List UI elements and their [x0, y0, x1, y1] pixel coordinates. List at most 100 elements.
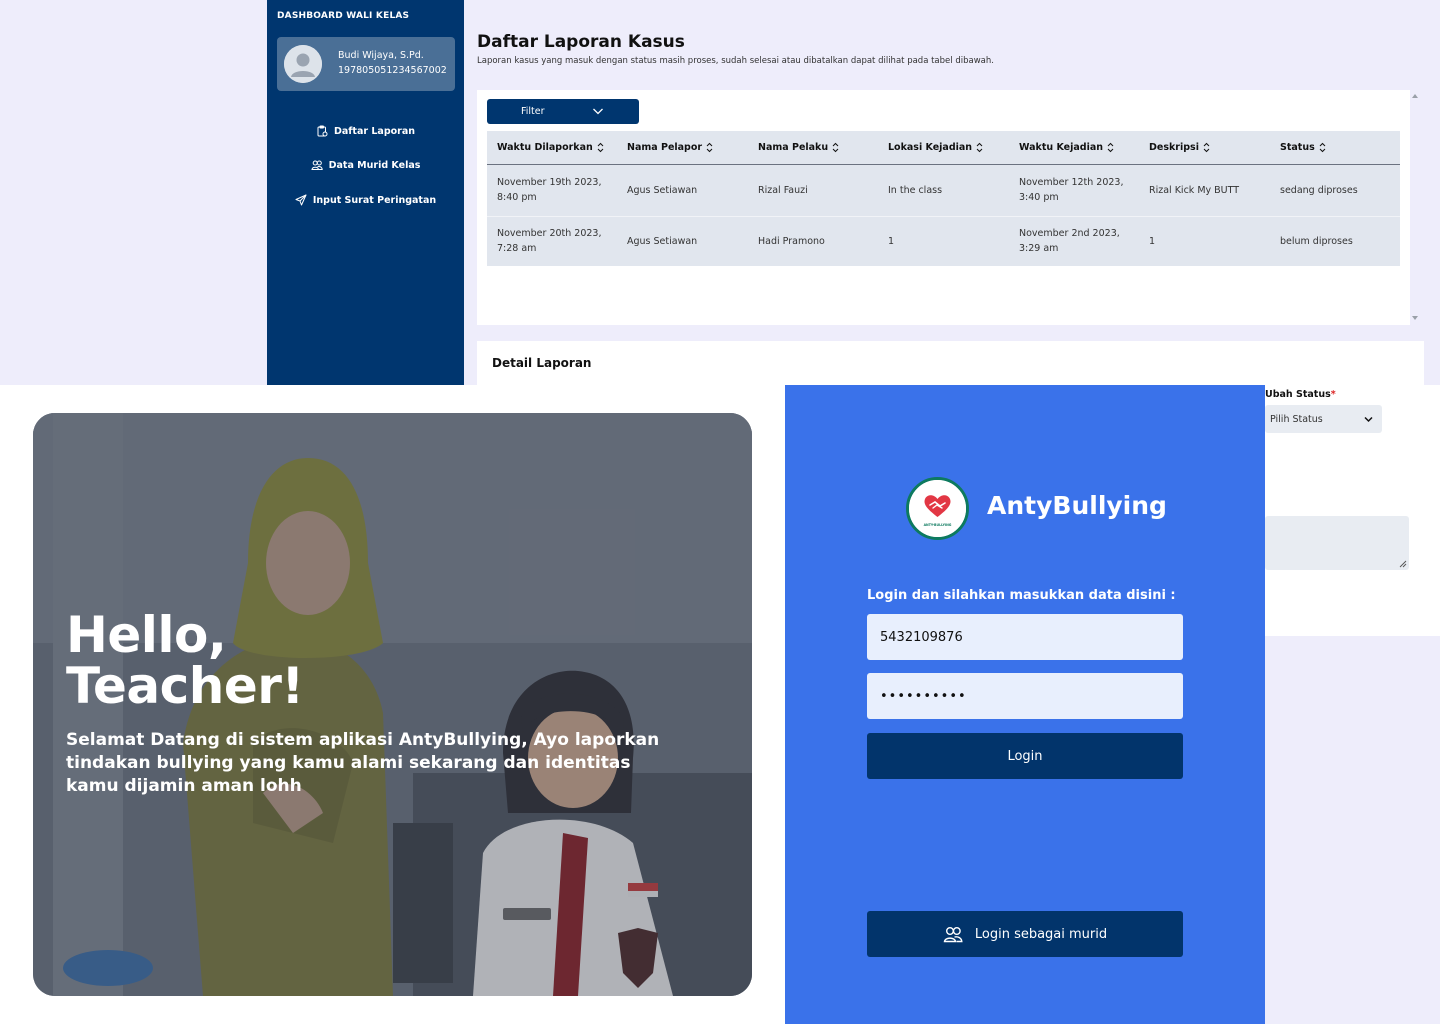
teacher-dashboard-screen: DASHBOARD WALI KELAS Budi Wijaya, S.Pd. …	[267, 0, 1440, 385]
chevron-down-icon	[1364, 416, 1373, 423]
cell-waktu-kejadian: November 12th 2023, 3:40 pm	[1019, 175, 1124, 205]
column-header-waktu-dilaporkan[interactable]: Waktu Dilaporkan	[497, 142, 604, 153]
column-header-nama-pelaku[interactable]: Nama Pelaku	[758, 142, 839, 153]
cell-line: 7:28 am	[497, 243, 537, 254]
cell-waktu-dilaporkan: November 20th 2023, 7:28 am	[497, 226, 602, 256]
column-header-label: Nama Pelapor	[627, 142, 703, 153]
clipboard-icon	[317, 125, 328, 137]
hero-title-line: Hello,	[66, 606, 227, 664]
filter-label: Filter	[521, 106, 545, 117]
student-login-button[interactable]: Login sebagai murid	[867, 911, 1183, 957]
cell-line: 8:40 pm	[497, 192, 537, 203]
detail-card: Detail Laporan	[477, 341, 1424, 385]
sort-icon	[706, 142, 713, 153]
cell-waktu-kejadian: November 2nd 2023, 3:29 am	[1019, 226, 1120, 256]
cell-lokasi: In the class	[888, 185, 943, 196]
profile-nip: 197805051234567002	[338, 65, 447, 76]
filter-button[interactable]: Filter	[487, 99, 639, 124]
sidebar-item-data-murid[interactable]: Data Murid Kelas	[267, 156, 464, 174]
column-header-lokasi-kejadian[interactable]: Lokasi Kejadian	[888, 142, 983, 153]
required-mark: *	[1330, 389, 1336, 400]
cell-line: November 2nd 2023,	[1019, 228, 1120, 239]
column-header-label: Waktu Dilaporkan	[497, 142, 593, 153]
column-header-waktu-kejadian[interactable]: Waktu Kejadian	[1019, 142, 1114, 153]
table-row[interactable]: November 19th 2023, 8:40 pm Agus Setiawa…	[487, 166, 1400, 216]
sort-icon	[1319, 142, 1326, 153]
password-input[interactable]	[867, 673, 1183, 719]
cell-nama-pelaku: Hadi Pramono	[758, 236, 825, 247]
cell-status: sedang diproses	[1280, 185, 1358, 196]
column-header-label: Deskripsi	[1149, 142, 1199, 153]
column-header-nama-pelapor[interactable]: Nama Pelapor	[627, 142, 713, 153]
main-content: Daftar Laporan Kasus Laporan kasus yang …	[464, 0, 1440, 385]
cell-nama-pelaku: Rizal Fauzi	[758, 185, 808, 196]
detail-form-fragment: Ubah Status* Pilih Status	[1265, 385, 1424, 619]
cell-deskripsi: 1	[1149, 236, 1156, 247]
profile-name: Budi Wijaya, S.Pd.	[338, 50, 424, 61]
status-label-text: Ubah Status	[1265, 389, 1331, 400]
page-subtitle: Laporan kasus yang masuk dengan status m…	[477, 56, 994, 66]
column-header-label: Status	[1280, 142, 1315, 153]
cell-status: belum diproses	[1280, 236, 1353, 247]
hero-banner: Hello, Teacher! Selamat Datang di sistem…	[33, 413, 752, 996]
cell-waktu-dilaporkan: November 19th 2023, 8:40 pm	[497, 175, 602, 205]
column-header-status[interactable]: Status	[1280, 142, 1326, 153]
column-header-deskripsi[interactable]: Deskripsi	[1149, 142, 1210, 153]
sidebar-item-label: Data Murid Kelas	[328, 159, 421, 171]
logo-text: ANTY-BULLYING	[924, 523, 952, 527]
page-title: Daftar Laporan Kasus	[477, 32, 685, 52]
hero-title-line: Teacher!	[66, 657, 304, 715]
brand-name: AntyBullying	[987, 491, 1167, 520]
table-row[interactable]: November 20th 2023, 7:28 am Agus Setiawa…	[487, 216, 1400, 266]
login-prompt: Login dan silahkan masukkan data disini …	[867, 588, 1176, 603]
user-avatar-icon	[284, 45, 322, 83]
cell-line: November 20th 2023,	[497, 228, 602, 239]
background-panel	[1265, 636, 1440, 1024]
status-select[interactable]: Pilih Status	[1265, 405, 1382, 433]
sort-icon	[832, 142, 839, 153]
sidebar-item-label: Daftar Laporan	[333, 125, 416, 137]
login-panel: ANTY-BULLYING AntyBullying Login dan sil…	[785, 385, 1265, 1024]
cell-nama-pelapor: Agus Setiawan	[627, 236, 698, 247]
column-header-label: Waktu Kejadian	[1019, 142, 1104, 153]
cell-line: 3:29 am	[1019, 243, 1059, 254]
resize-handle-icon[interactable]	[1399, 560, 1407, 568]
cell-deskripsi: Rizal Kick My BUTT	[1149, 185, 1240, 196]
table-header: Waktu Dilaporkan Nama Pelapor Nama Pelak…	[487, 131, 1400, 165]
app-logo: ANTY-BULLYING	[906, 477, 969, 540]
avatar	[284, 45, 322, 83]
report-table: Waktu Dilaporkan Nama Pelapor Nama Pelak…	[487, 131, 1400, 266]
sort-icon	[1107, 142, 1114, 153]
student-login-label: Login sebagai murid	[974, 926, 1108, 942]
hero-description: Selamat Datang di sistem aplikasi AntyBu…	[66, 730, 660, 796]
hero-title: Hello, Teacher!	[66, 610, 304, 712]
column-header-label: Nama Pelaku	[758, 142, 829, 153]
sidebar-item-label: Input Surat Peringatan	[312, 194, 437, 206]
sidebar: DASHBOARD WALI KELAS Budi Wijaya, S.Pd. …	[267, 0, 464, 385]
cell-line: November 12th 2023,	[1019, 177, 1124, 188]
status-select-value: Pilih Status	[1270, 413, 1323, 425]
detail-title: Detail Laporan	[492, 356, 592, 370]
sort-icon	[976, 142, 983, 153]
sort-icon	[1203, 142, 1210, 153]
sidebar-item-daftar-laporan[interactable]: Daftar Laporan	[267, 122, 464, 140]
scroll-down-arrow[interactable]	[1412, 316, 1418, 320]
cell-nama-pelapor: Agus Setiawan	[627, 185, 698, 196]
login-button[interactable]: Login	[867, 733, 1183, 779]
sidebar-title: DASHBOARD WALI KELAS	[277, 11, 410, 21]
background-panel	[0, 0, 267, 385]
username-input[interactable]	[867, 614, 1183, 660]
sort-icon	[597, 142, 604, 153]
sidebar-item-input-surat[interactable]: Input Surat Peringatan	[267, 191, 464, 209]
users-icon	[943, 927, 963, 943]
scroll-up-arrow[interactable]	[1412, 94, 1418, 98]
status-label: Ubah Status*	[1265, 389, 1336, 400]
profile-card[interactable]: Budi Wijaya, S.Pd. 197805051234567002	[277, 37, 455, 91]
chevron-down-icon	[593, 108, 603, 115]
heart-handshake-logo-icon: ANTY-BULLYING	[909, 480, 966, 537]
cell-line: 3:40 pm	[1019, 192, 1059, 203]
notes-textarea[interactable]	[1265, 516, 1409, 570]
cell-line: November 19th 2023,	[497, 177, 602, 188]
send-icon	[295, 194, 307, 206]
cell-lokasi: 1	[888, 236, 895, 247]
